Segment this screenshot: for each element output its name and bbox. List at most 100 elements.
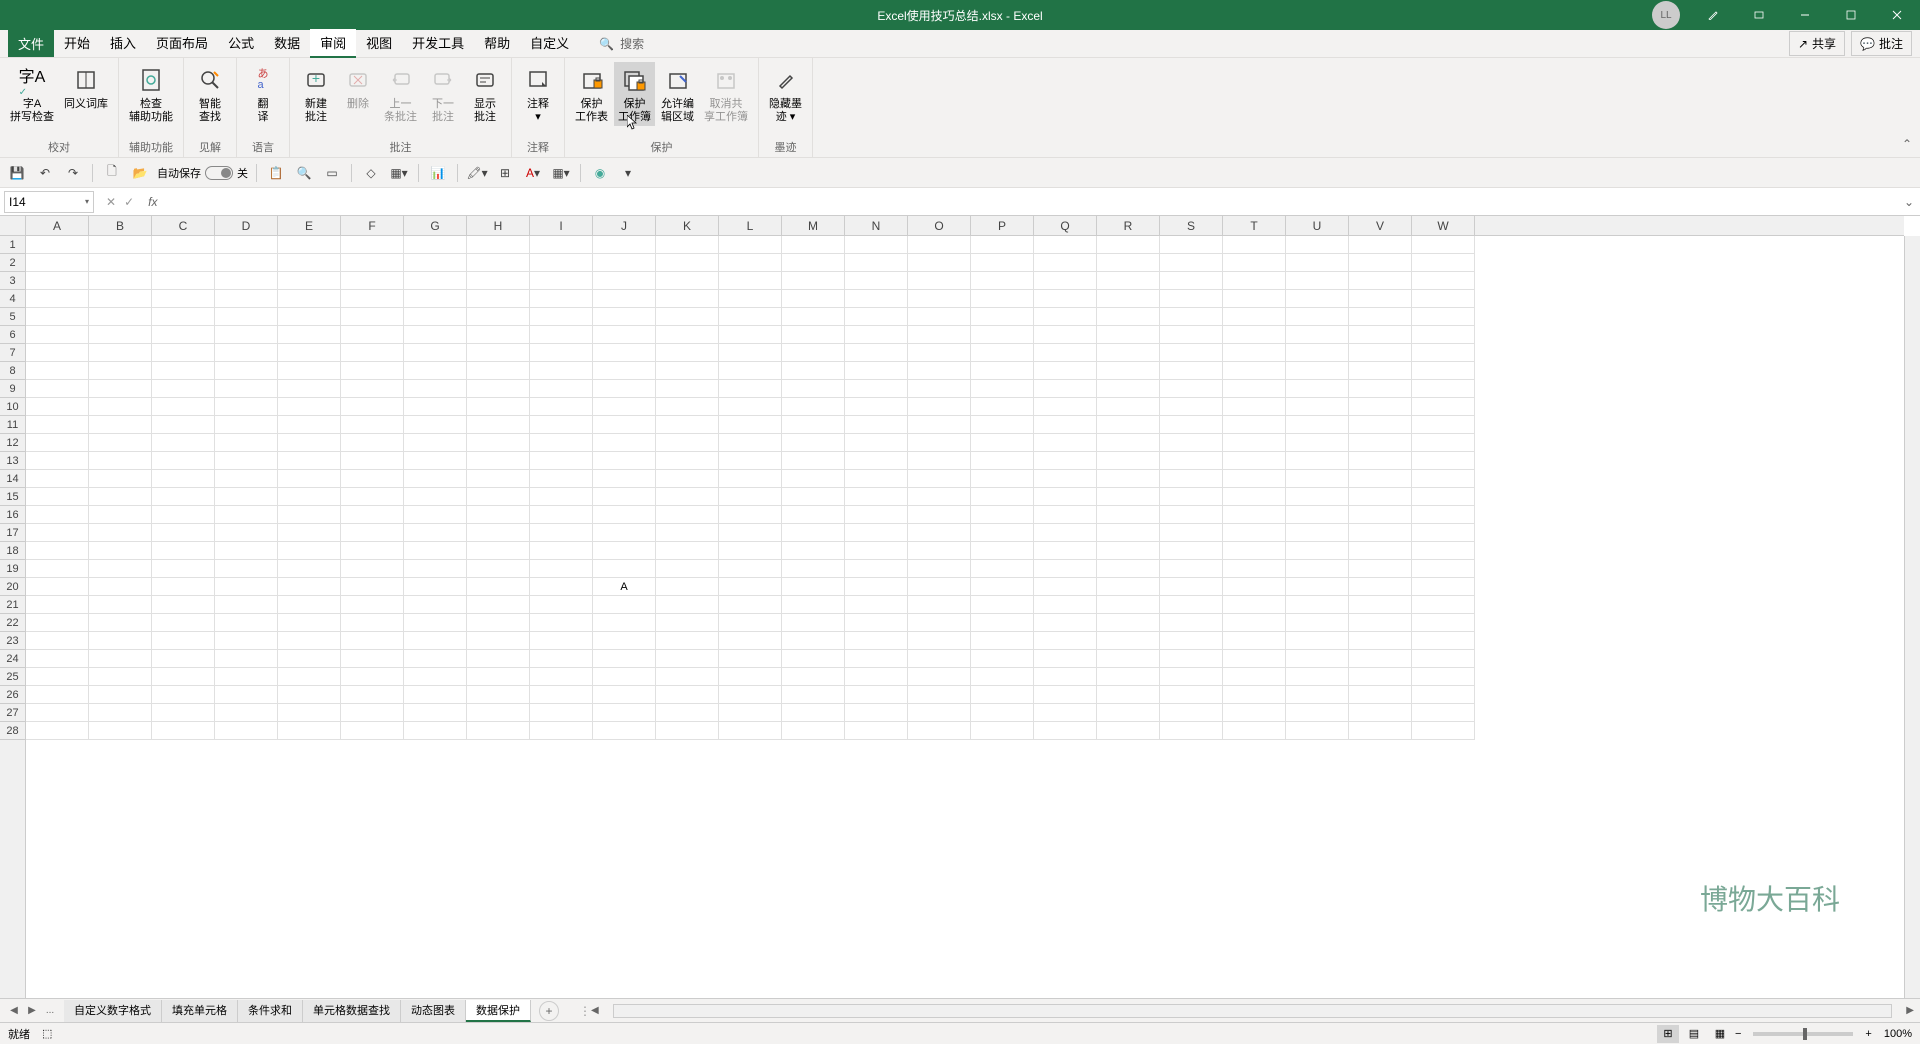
cell[interactable] [656, 704, 719, 722]
cell[interactable] [782, 650, 845, 668]
cell[interactable] [215, 398, 278, 416]
cell[interactable] [1097, 308, 1160, 326]
cell[interactable] [404, 488, 467, 506]
cell[interactable] [845, 488, 908, 506]
cell[interactable] [26, 668, 89, 686]
col-header-U[interactable]: U [1286, 216, 1349, 235]
cell[interactable] [530, 596, 593, 614]
cell[interactable] [845, 614, 908, 632]
cell[interactable] [719, 452, 782, 470]
user-avatar[interactable]: LL [1652, 1, 1680, 29]
cell[interactable] [1349, 704, 1412, 722]
cell[interactable] [845, 632, 908, 650]
cell[interactable] [26, 686, 89, 704]
cell[interactable] [89, 632, 152, 650]
cell[interactable] [1286, 506, 1349, 524]
cell[interactable] [341, 632, 404, 650]
cell[interactable] [467, 380, 530, 398]
cell[interactable] [404, 542, 467, 560]
cell[interactable] [1034, 704, 1097, 722]
cell[interactable] [908, 380, 971, 398]
cell[interactable] [1286, 362, 1349, 380]
cell[interactable] [467, 524, 530, 542]
row-header-14[interactable]: 14 [0, 470, 25, 488]
cell[interactable] [593, 362, 656, 380]
cell[interactable] [1160, 560, 1223, 578]
cell[interactable] [341, 686, 404, 704]
cell[interactable] [1223, 326, 1286, 344]
cell[interactable] [656, 362, 719, 380]
cell[interactable] [1223, 524, 1286, 542]
menu-tab-视图[interactable]: 视图 [356, 29, 402, 58]
cell[interactable] [1097, 254, 1160, 272]
autosave-toggle[interactable]: 自动保存 关 [157, 165, 248, 181]
cell[interactable] [26, 632, 89, 650]
cell[interactable] [404, 632, 467, 650]
nav-ellipsis[interactable]: ... [42, 1003, 58, 1019]
cell[interactable] [215, 524, 278, 542]
cell[interactable] [1349, 632, 1412, 650]
sheet-tab-填充单元格[interactable]: 填充单元格 [162, 1000, 238, 1022]
cell[interactable] [1223, 560, 1286, 578]
cell[interactable] [1286, 524, 1349, 542]
cell[interactable] [89, 416, 152, 434]
cell[interactable] [1160, 398, 1223, 416]
cell[interactable] [278, 668, 341, 686]
cell[interactable] [1412, 524, 1475, 542]
cell[interactable] [404, 380, 467, 398]
cell[interactable] [1223, 542, 1286, 560]
cell[interactable] [1223, 254, 1286, 272]
row-header-15[interactable]: 15 [0, 488, 25, 506]
cell[interactable] [782, 416, 845, 434]
cell[interactable] [152, 272, 215, 290]
col-header-K[interactable]: K [656, 216, 719, 235]
select-object-button[interactable]: ▭ [321, 162, 343, 184]
maximize-icon[interactable] [1828, 0, 1874, 30]
cell[interactable] [908, 236, 971, 254]
cell[interactable] [341, 344, 404, 362]
cell[interactable] [152, 452, 215, 470]
cell[interactable] [845, 650, 908, 668]
cell[interactable] [1223, 632, 1286, 650]
cell[interactable] [530, 326, 593, 344]
cell[interactable] [908, 362, 971, 380]
cell[interactable] [1223, 416, 1286, 434]
cell[interactable] [593, 560, 656, 578]
cell[interactable] [341, 452, 404, 470]
cell[interactable] [971, 686, 1034, 704]
cell[interactable] [215, 542, 278, 560]
cell[interactable] [1349, 686, 1412, 704]
cell[interactable] [1286, 560, 1349, 578]
cell[interactable] [1412, 578, 1475, 596]
cell[interactable] [971, 524, 1034, 542]
ribbon-btn-notes[interactable]: 注释▾ [518, 62, 558, 126]
cell[interactable] [1349, 290, 1412, 308]
cell[interactable] [215, 452, 278, 470]
cell[interactable] [467, 416, 530, 434]
cell[interactable] [1223, 578, 1286, 596]
cell[interactable] [1034, 632, 1097, 650]
cell[interactable] [719, 308, 782, 326]
cell[interactable] [1223, 596, 1286, 614]
cell[interactable] [278, 290, 341, 308]
font-color-button[interactable]: A▾ [522, 162, 544, 184]
cell[interactable] [278, 344, 341, 362]
cell[interactable] [215, 272, 278, 290]
cell[interactable] [971, 434, 1034, 452]
cell[interactable] [782, 632, 845, 650]
cell[interactable] [656, 398, 719, 416]
horizontal-scrollbar[interactable] [613, 1004, 1893, 1018]
cell[interactable] [341, 488, 404, 506]
cell[interactable] [971, 470, 1034, 488]
cell[interactable] [89, 308, 152, 326]
cell[interactable] [467, 290, 530, 308]
cell[interactable] [152, 290, 215, 308]
cell[interactable] [26, 452, 89, 470]
cell[interactable] [1034, 578, 1097, 596]
cell[interactable] [1412, 560, 1475, 578]
cancel-formula-icon[interactable]: ✕ [106, 195, 116, 209]
cell[interactable] [1034, 650, 1097, 668]
col-header-L[interactable]: L [719, 216, 782, 235]
sheet-tab-动态图表[interactable]: 动态图表 [401, 1000, 466, 1022]
cell[interactable] [845, 686, 908, 704]
